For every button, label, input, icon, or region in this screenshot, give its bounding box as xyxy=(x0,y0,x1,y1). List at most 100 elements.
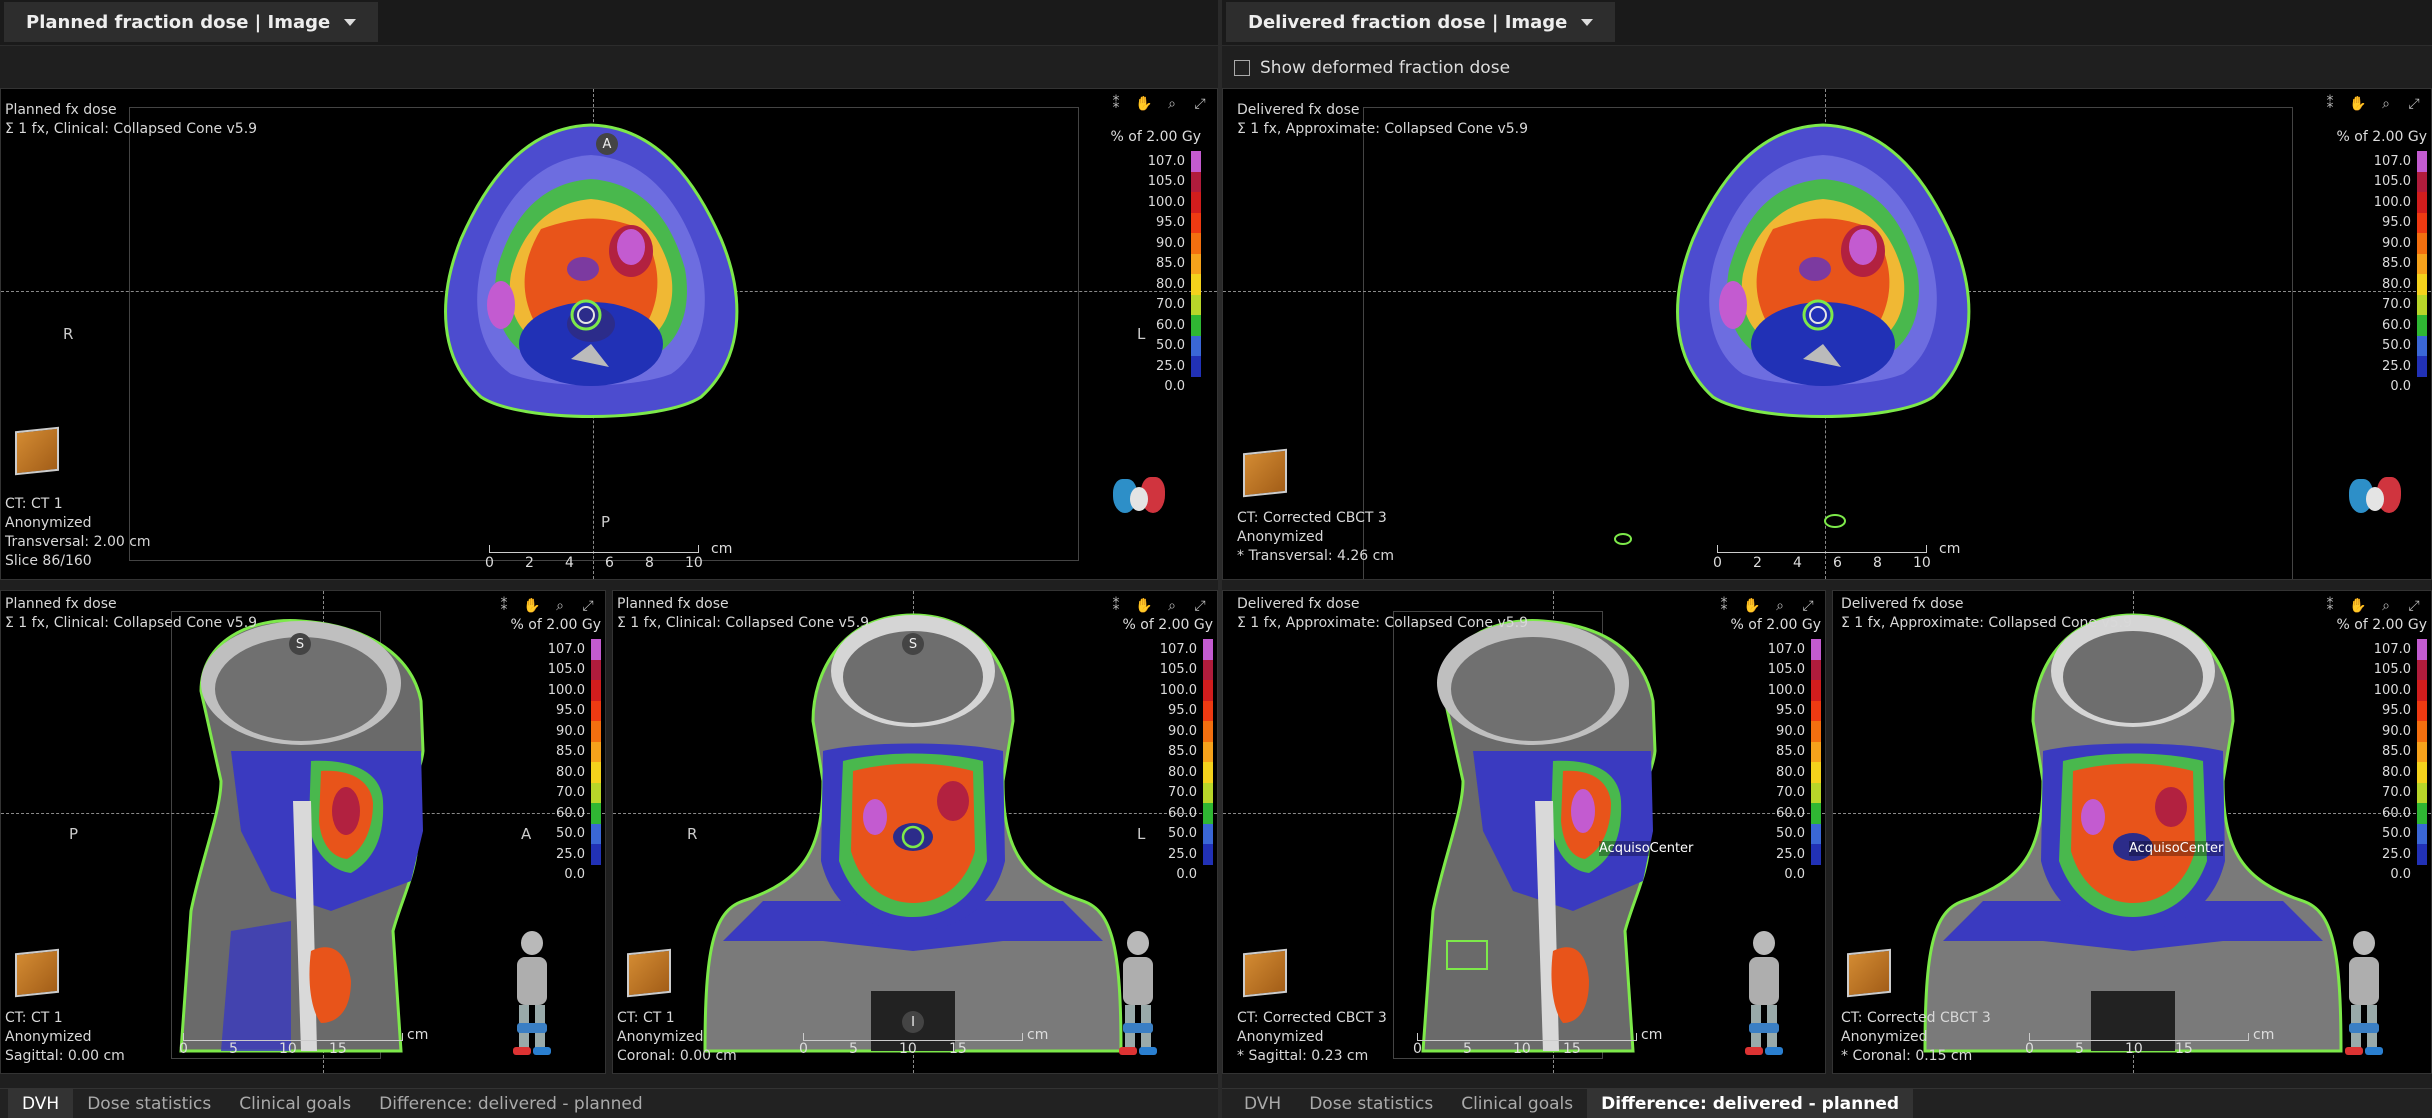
delivered-view-selector[interactable]: Delivered fraction dose | Image xyxy=(1226,2,1616,42)
tab-clinical-goals[interactable]: Clinical goals xyxy=(225,1089,365,1118)
legend-rows: 107.0 105.0 100.0 95.0 90.0 85.0 80.0 70.0 60.0 5… xyxy=(1117,639,1213,885)
planned-coronal-view[interactable]: Planned fx dose Σ 1 fx, Clinical: Collap… xyxy=(612,590,1218,1074)
legend-swatch xyxy=(1203,639,1213,660)
orientation-cube-icon[interactable] xyxy=(15,426,59,476)
patient-figure-icon[interactable] xyxy=(511,931,553,1061)
transversal-header: Delivered fx dose Σ 1 fx, Approximate: C… xyxy=(1237,102,1529,137)
planned-view-title: Planned fraction dose | Image xyxy=(26,11,331,33)
legend-row: 50.0 xyxy=(505,823,601,844)
toolbar-icon[interactable]: ⁑ xyxy=(2321,95,2339,113)
pan-icon[interactable]: ✋ xyxy=(1135,597,1153,615)
tab-difference[interactable]: Difference: delivered - planned xyxy=(1587,1088,1914,1118)
tab-dvh[interactable]: DVH xyxy=(1230,1089,1295,1118)
zoom-icon[interactable]: ⌕ xyxy=(551,597,569,615)
pan-icon[interactable]: ✋ xyxy=(2349,597,2367,615)
legend-row: 50.0 xyxy=(1105,335,1201,356)
legend-swatch xyxy=(1811,680,1821,701)
scale-unit: cm xyxy=(711,541,733,557)
scale-unit: cm xyxy=(1027,1027,1049,1043)
patient-figure-icon[interactable] xyxy=(1117,931,1159,1061)
orientation-cube-icon[interactable] xyxy=(1243,448,1287,498)
legend-swatch xyxy=(2417,762,2427,783)
tab-difference[interactable]: Difference: delivered - planned xyxy=(365,1089,657,1118)
toolbar-icon[interactable]: ⁑ xyxy=(495,597,513,615)
expand-icon[interactable]: ⤢ xyxy=(1191,597,1209,615)
legend-value: 25.0 xyxy=(1168,846,1197,862)
chevron-down-icon[interactable] xyxy=(1581,19,1594,26)
legend-swatch xyxy=(2417,294,2427,315)
toolbar-icon[interactable]: ⁑ xyxy=(1107,95,1125,113)
legend-swatch xyxy=(1191,253,1201,274)
orientation-cube-icon[interactable] xyxy=(627,948,671,998)
legend-swatch xyxy=(1203,700,1213,721)
dose-legend: % of 2.00 Gy 107.0 105.0 100.0 95.0 90.0 85.0… xyxy=(1117,617,1213,885)
legend-row: 0.0 xyxy=(1117,864,1213,885)
orientation-cube-icon[interactable] xyxy=(15,948,59,998)
legend-swatch xyxy=(591,700,601,721)
expand-icon[interactable]: ⤢ xyxy=(2405,95,2423,113)
toolbar-icon[interactable]: ⁑ xyxy=(2321,597,2339,615)
zoom-icon[interactable]: ⌕ xyxy=(2377,597,2395,615)
scale-tick-label: 10 xyxy=(685,555,703,571)
show-deformed-option[interactable]: Show deformed fraction dose xyxy=(1234,58,1510,78)
delivered-transversal-view[interactable]: Delivered fx dose Σ 1 fx, Approximate: C… xyxy=(1222,88,2432,580)
legend-swatch xyxy=(2417,844,2427,865)
zoom-icon[interactable]: ⌕ xyxy=(2377,95,2395,113)
delivered-sagittal-dose-image xyxy=(1421,619,1657,1053)
planned-topbar: Planned fraction dose | Image xyxy=(0,0,1218,46)
orientation-cube-icon[interactable] xyxy=(1847,948,1891,998)
sagittal-header: Planned fx dose Σ 1 fx, Clinical: Collap… xyxy=(5,596,258,631)
planned-view-selector[interactable]: Planned fraction dose | Image xyxy=(4,2,379,42)
legend-row: 90.0 xyxy=(505,721,601,742)
expand-icon[interactable]: ⤢ xyxy=(1191,95,1209,113)
scale-tick-label: 10 xyxy=(279,1041,297,1057)
tab-clinical-goals[interactable]: Clinical goals xyxy=(1447,1089,1587,1118)
patient-figure-icon[interactable] xyxy=(2343,931,2385,1061)
orientation-cube-icon[interactable] xyxy=(1243,948,1287,998)
delivered-coronal-view[interactable]: AcquisoCenter Delivered fx dose Σ 1 fx, … xyxy=(1832,590,2432,1074)
planned-sagittal-view[interactable]: Planned fx dose Σ 1 fx, Clinical: Collap… xyxy=(0,590,606,1074)
legend-row: 0.0 xyxy=(2331,376,2427,397)
legend-value: 0.0 xyxy=(1176,867,1197,883)
legend-value: 60.0 xyxy=(556,805,585,821)
tab-dvh[interactable]: DVH xyxy=(8,1088,74,1118)
lungs-icon[interactable] xyxy=(1113,473,1167,517)
legend-row: 25.0 xyxy=(2331,844,2427,865)
zoom-icon[interactable]: ⌕ xyxy=(1163,95,1181,113)
pan-icon[interactable]: ✋ xyxy=(2349,95,2367,113)
legend-swatch xyxy=(2417,212,2427,233)
legend-swatch xyxy=(1191,335,1201,356)
pan-icon[interactable]: ✋ xyxy=(1135,95,1153,113)
legend-value: 95.0 xyxy=(1776,703,1805,719)
scale-tick-label: 2 xyxy=(1753,555,1762,571)
scale-tick-label: 0 xyxy=(1413,1041,1422,1057)
pan-icon[interactable]: ✋ xyxy=(523,597,541,615)
planned-transversal-view[interactable]: Planned fx dose Σ 1 fx, Clinical: Collap… xyxy=(0,88,1218,580)
expand-icon[interactable]: ⤢ xyxy=(1799,597,1817,615)
tab-dose-statistics[interactable]: Dose statistics xyxy=(73,1089,225,1118)
show-deformed-checkbox[interactable] xyxy=(1234,60,1250,76)
expand-icon[interactable]: ⤢ xyxy=(579,597,597,615)
dose-legend: % of 2.00 Gy 107.0 105.0 100.0 95.0 90.0 85.0… xyxy=(2331,129,2427,397)
legend-value: 105.0 xyxy=(2373,174,2411,190)
patient-figure-icon[interactable] xyxy=(1743,931,1785,1061)
planned-transversal-dose-image xyxy=(444,123,739,418)
zoom-icon[interactable]: ⌕ xyxy=(1771,597,1789,615)
legend-value: 107.0 xyxy=(547,641,585,657)
legend-swatch xyxy=(591,782,601,803)
legend-swatch xyxy=(1191,151,1201,172)
lungs-icon[interactable] xyxy=(2349,473,2403,517)
legend-row: 95.0 xyxy=(1105,212,1201,233)
legend-row: 105.0 xyxy=(1117,659,1213,680)
scale-tick-label: 8 xyxy=(645,555,654,571)
zoom-icon[interactable]: ⌕ xyxy=(1163,597,1181,615)
legend-row: 95.0 xyxy=(2331,700,2427,721)
legend-row: 0.0 xyxy=(2331,864,2427,885)
pan-icon[interactable]: ✋ xyxy=(1743,597,1761,615)
expand-icon[interactable]: ⤢ xyxy=(2405,597,2423,615)
delivered-sagittal-view[interactable]: AcquisoCenter Delivered fx dose Σ 1 fx, … xyxy=(1222,590,1826,1074)
chevron-down-icon[interactable] xyxy=(344,19,357,26)
toolbar-icon[interactable]: ⁑ xyxy=(1107,597,1125,615)
tab-dose-statistics[interactable]: Dose statistics xyxy=(1295,1089,1447,1118)
toolbar-icon[interactable]: ⁑ xyxy=(1715,597,1733,615)
